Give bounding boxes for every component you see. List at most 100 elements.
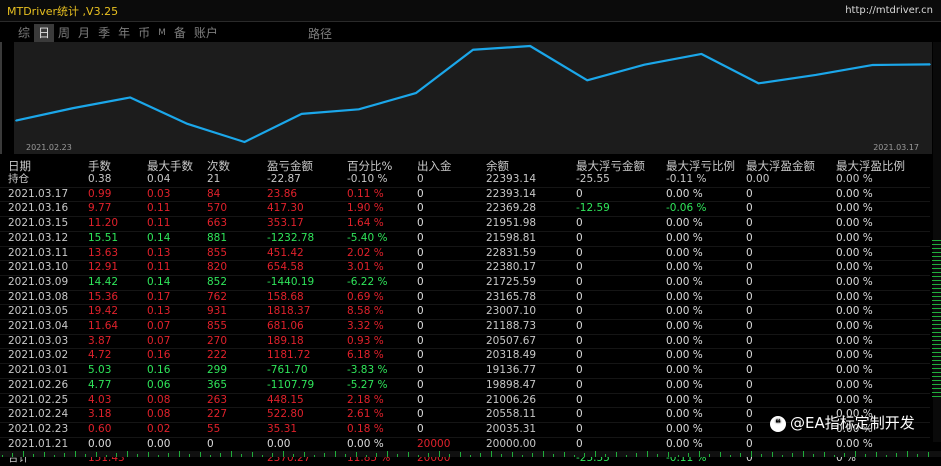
cell-pnl: 451.42: [267, 246, 347, 262]
cell-inout: 0: [417, 422, 486, 438]
tick-mark: [932, 332, 941, 333]
tab-4[interactable]: 季: [94, 24, 114, 42]
tick-mark: [932, 388, 941, 389]
column-header[interactable]: 最大浮亏比例: [666, 159, 746, 173]
table-row[interactable]: 2021.03.03 3.87 0.07 270 189.18 0.93 % 0 20507.…: [0, 334, 930, 350]
cell-pnl: 353.17: [267, 216, 347, 232]
table-row[interactable]: 2021.03.08 15.36 0.17 762 158.68 0.69 % 0 23165…: [0, 290, 930, 306]
table-row[interactable]: 2021.01.21 0.00 0.00 0 0.00 0.00 % 20000 20000.…: [0, 437, 930, 453]
cell-max-lots: 0.08: [147, 393, 207, 409]
tick-mark: [615, 452, 617, 457]
cell-inout: 0: [417, 187, 486, 203]
column-header[interactable]: 最大手数: [147, 159, 207, 173]
cell-pnl: -1440.19: [267, 275, 347, 291]
balance-series-line: [15, 44, 931, 144]
column-header[interactable]: 百分比%: [347, 159, 417, 173]
cell-pnl: 0.00: [267, 437, 347, 453]
cell-lots: 11.20: [88, 216, 147, 232]
cell-count: 855: [207, 246, 267, 262]
cell-max-float-profit: 0.00: [746, 173, 836, 188]
cell-pct: -3.83 %: [347, 363, 417, 379]
cell-count: 820: [207, 260, 267, 276]
tab-3[interactable]: 月: [74, 24, 94, 42]
balance-point-1: [72, 107, 74, 109]
tab-7[interactable]: M: [154, 24, 170, 42]
table-row[interactable]: 2021.02.25 4.03 0.08 263 448.15 2.18 % 0 21006.…: [0, 393, 930, 409]
column-header[interactable]: 盈亏金额: [267, 159, 347, 173]
app-url-link[interactable]: http://mtdriver.cn: [845, 5, 933, 16]
cell-inout: 0: [417, 246, 486, 262]
column-header[interactable]: 日期: [0, 159, 88, 173]
tick-mark: [932, 280, 941, 281]
cell-max-lots: 0.02: [147, 422, 207, 438]
cell-max-float-loss-pct: 0.00 %: [666, 422, 746, 438]
cell-max-float-profit: 0: [746, 231, 836, 247]
cell-max-lots: 0.04: [147, 173, 207, 188]
tick-mark: [932, 284, 941, 285]
cell-count: 0: [207, 437, 267, 453]
cell-inout: 0: [417, 393, 486, 409]
tab-8[interactable]: 备: [170, 24, 190, 42]
tick-mark: [932, 396, 941, 397]
cell-pnl: 1181.72: [267, 348, 347, 365]
path-tab[interactable]: 路径: [308, 25, 332, 42]
tick-mark: [932, 348, 941, 349]
tab-5[interactable]: 年: [114, 24, 134, 42]
cell-max-float-loss-pct: 0.00 %: [666, 187, 746, 203]
tab-9[interactable]: 账户: [190, 24, 222, 42]
tick-mark: [932, 304, 941, 305]
column-header[interactable]: 手数: [88, 159, 147, 173]
table-row[interactable]: 2021.03.11 13.63 0.13 855 451.42 2.02 % 0 22831…: [0, 246, 930, 262]
tab-2[interactable]: 周: [54, 24, 74, 42]
table-row[interactable]: 2021.03.09 14.42 0.14 852 -1440.19 -6.22 % 0 21…: [0, 275, 930, 291]
cell-max-float-loss-pct: 0.00 %: [666, 246, 746, 262]
cell-max-float-profit: 0: [746, 334, 836, 350]
tab-0[interactable]: 综: [14, 24, 34, 42]
tick-mark: [932, 324, 941, 325]
tick-mark: [932, 276, 941, 277]
column-header[interactable]: 最大浮亏金额: [576, 159, 666, 173]
tick-mark: [802, 451, 804, 457]
tab-1[interactable]: 日: [34, 24, 55, 42]
table-row[interactable]: 2021.02.26 4.77 0.06 365 -1107.79 -5.27 % 0 198…: [0, 378, 930, 394]
tick-mark: [875, 452, 877, 457]
table-row[interactable]: 2021.03.17 0.99 0.03 84 23.86 0.11 % 0 22393.14…: [0, 187, 930, 203]
cell-pct: 2.18 %: [347, 393, 417, 409]
cell-lots: 12.91: [88, 260, 147, 276]
cell-max-float-profit-pct: 0.00 %: [836, 378, 930, 394]
table-row[interactable]: 2021.03.15 11.20 0.11 663 353.17 1.64 % 0 21951…: [0, 216, 930, 232]
tick-mark: [64, 453, 66, 457]
cell-count: 21: [207, 173, 267, 188]
table-row[interactable]: 2021.03.05 19.42 0.13 931 1818.37 8.58 % 0 2300…: [0, 304, 930, 321]
bottom-strip: [0, 451, 941, 457]
balance-point-16: [929, 63, 931, 66]
cell-lots: 9.77: [88, 201, 147, 218]
cell-pct: 0.69 %: [347, 290, 417, 306]
tick-mark: [594, 451, 596, 457]
table-row[interactable]: 2021.03.04 11.64 0.07 855 681.06 3.32 % 0 21188…: [0, 319, 930, 335]
cell-balance: 20035.31: [486, 422, 576, 438]
cell-balance: 22831.59: [486, 246, 576, 262]
balance-point-2: [129, 96, 132, 99]
column-header[interactable]: 最大浮盈金额: [746, 159, 836, 173]
table-row[interactable]: 2021.03.16 9.77 0.11 570 417.30 1.90 % 0 22369.…: [0, 201, 930, 218]
cell-lots: 0.38: [88, 173, 147, 188]
table-row[interactable]: 2021.03.12 15.51 0.14 881 -1232.78 -5.40 % 0 21…: [0, 231, 930, 247]
column-header[interactable]: 余额: [486, 159, 576, 173]
table-row[interactable]: 2021.03.02 4.72 0.16 222 1181.72 6.18 % 0 20318…: [0, 348, 930, 365]
tick-mark: [932, 312, 941, 313]
column-header[interactable]: 次数: [207, 159, 267, 173]
tick-mark: [303, 452, 305, 457]
cell-date: 2021.02.26: [0, 378, 88, 394]
cell-pct: 8.58 %: [347, 304, 417, 321]
table-row[interactable]: 2021.03.10 12.91 0.11 820 654.58 3.01 % 0 22380…: [0, 260, 930, 276]
table-row[interactable]: 2021.03.01 5.03 0.16 299 -761.70 -3.83 % 0 1913…: [0, 363, 930, 379]
column-header[interactable]: 最大浮盈比例: [836, 159, 930, 173]
cell-pnl: 1818.37: [267, 304, 347, 321]
tick-mark: [126, 451, 128, 457]
table-row[interactable]: 持仓 0.38 0.04 21 -22.87 -0.10 % 0 22393.14 -25.55…: [0, 173, 930, 188]
balance-point-14: [814, 74, 817, 76]
column-header[interactable]: 出入金: [417, 159, 486, 173]
chart-x-start-label: 2021.02.23: [26, 143, 72, 152]
tab-6[interactable]: 币: [134, 24, 154, 42]
